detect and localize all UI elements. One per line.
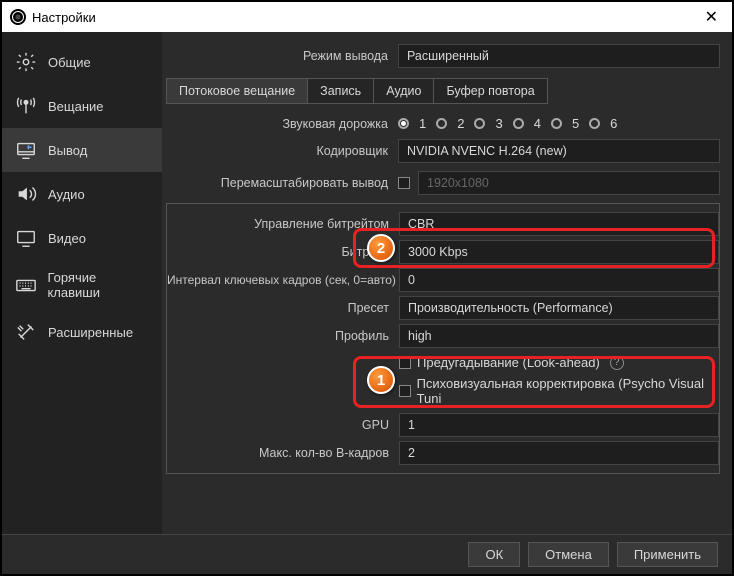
monitor-icon bbox=[14, 138, 38, 162]
encoder-select[interactable]: NVIDIA NVENC H.264 (new) bbox=[398, 139, 720, 163]
track-radio-2[interactable] bbox=[436, 118, 447, 129]
sidebar-item-hotkeys[interactable]: Горячие клавиши bbox=[2, 260, 162, 310]
main-panel: Режим вывода Расширенный Потоковое вещан… bbox=[162, 32, 732, 534]
encoder-label: Кодировщик bbox=[166, 144, 398, 158]
antenna-icon bbox=[14, 94, 38, 118]
keyboard-icon bbox=[14, 273, 37, 297]
sidebar-item-general[interactable]: Общие bbox=[2, 40, 162, 84]
window-title: Настройки bbox=[32, 10, 96, 25]
encoder-settings-panel: Управление битрейтом CBR Битрейт 3000 Kb… bbox=[166, 203, 720, 474]
sidebar-item-label: Вывод bbox=[48, 143, 87, 158]
bitrate-label: Битрейт bbox=[167, 245, 399, 259]
sidebar-item-label: Расширенные bbox=[48, 325, 133, 340]
gear-icon bbox=[14, 50, 38, 74]
output-mode-select[interactable]: Расширенный bbox=[398, 44, 720, 68]
sidebar-item-advanced[interactable]: Расширенные bbox=[2, 310, 162, 354]
rescale-checkbox[interactable] bbox=[398, 177, 410, 189]
titlebar: Настройки ✕ bbox=[2, 2, 732, 32]
ok-button[interactable]: ОК bbox=[468, 542, 520, 567]
sidebar-item-label: Горячие клавиши bbox=[47, 270, 150, 300]
output-mode-label: Режим вывода bbox=[166, 49, 398, 63]
bframes-label: Макс. кол-во B-кадров bbox=[167, 446, 399, 460]
gpu-label: GPU bbox=[167, 418, 399, 432]
rescale-label: Перемасштабировать вывод bbox=[166, 176, 398, 190]
lookahead-checkbox[interactable] bbox=[399, 357, 411, 369]
keyint-input[interactable]: 0 bbox=[399, 268, 719, 292]
keyint-label: Интервал ключевых кадров (сек, 0=авто) bbox=[167, 273, 399, 287]
tabs: Потоковое вещание Запись Аудио Буфер пов… bbox=[166, 78, 548, 104]
lookahead-label: Предугадывание (Look-ahead) bbox=[417, 355, 600, 370]
gpu-input[interactable]: 1 bbox=[399, 413, 719, 437]
footer: ОК Отмена Применить bbox=[2, 534, 732, 574]
track-radio-4[interactable] bbox=[513, 118, 524, 129]
speaker-icon bbox=[14, 182, 38, 206]
callout-1: 1 bbox=[367, 366, 395, 394]
sidebar-item-video[interactable]: Видео bbox=[2, 216, 162, 260]
tab-recording[interactable]: Запись bbox=[308, 79, 374, 103]
bframes-input[interactable]: 2 bbox=[399, 441, 719, 465]
track-radio-5[interactable] bbox=[551, 118, 562, 129]
psycho-checkbox[interactable] bbox=[399, 385, 411, 397]
profile-label: Профиль bbox=[167, 329, 399, 343]
psycho-label: Психовизуальная корректировка (Psycho Vi… bbox=[417, 376, 719, 406]
display-icon bbox=[14, 226, 38, 250]
sidebar-item-label: Вещание bbox=[48, 99, 104, 114]
callout-2: 2 bbox=[367, 234, 395, 262]
audio-track-radios: 1 2 3 4 5 6 bbox=[398, 116, 720, 131]
apply-button[interactable]: Применить bbox=[617, 542, 718, 567]
rate-control-select[interactable]: CBR bbox=[399, 212, 719, 236]
audio-track-label: Звуковая дорожка bbox=[166, 117, 398, 131]
rescale-value: 1920x1080 bbox=[418, 171, 720, 195]
sidebar-item-audio[interactable]: Аудио bbox=[2, 172, 162, 216]
profile-select[interactable]: high bbox=[399, 324, 719, 348]
tools-icon bbox=[14, 320, 38, 344]
tab-streaming[interactable]: Потоковое вещание bbox=[167, 79, 308, 103]
sidebar-item-output[interactable]: Вывод bbox=[2, 128, 162, 172]
tab-audio[interactable]: Аудио bbox=[374, 79, 434, 103]
sidebar-item-label: Общие bbox=[48, 55, 91, 70]
settings-window: Настройки ✕ Общие Вещание Вывод Аудио bbox=[0, 0, 734, 576]
preset-label: Пресет bbox=[167, 301, 399, 315]
obs-icon bbox=[10, 9, 26, 25]
sidebar-item-label: Видео bbox=[48, 231, 86, 246]
close-icon[interactable]: ✕ bbox=[699, 5, 724, 29]
track-radio-6[interactable] bbox=[589, 118, 600, 129]
sidebar-item-label: Аудио bbox=[48, 187, 85, 202]
preset-select[interactable]: Производительность (Performance) bbox=[399, 296, 719, 320]
help-icon[interactable]: ? bbox=[610, 356, 624, 370]
track-radio-1[interactable] bbox=[398, 118, 409, 129]
cancel-button[interactable]: Отмена bbox=[528, 542, 609, 567]
tab-replay[interactable]: Буфер повтора bbox=[434, 79, 546, 103]
track-radio-3[interactable] bbox=[474, 118, 485, 129]
sidebar-item-stream[interactable]: Вещание bbox=[2, 84, 162, 128]
rate-control-label: Управление битрейтом bbox=[167, 217, 399, 231]
sidebar: Общие Вещание Вывод Аудио Видео Горячие … bbox=[2, 32, 162, 534]
bitrate-input[interactable]: 3000 Kbps bbox=[399, 240, 719, 264]
